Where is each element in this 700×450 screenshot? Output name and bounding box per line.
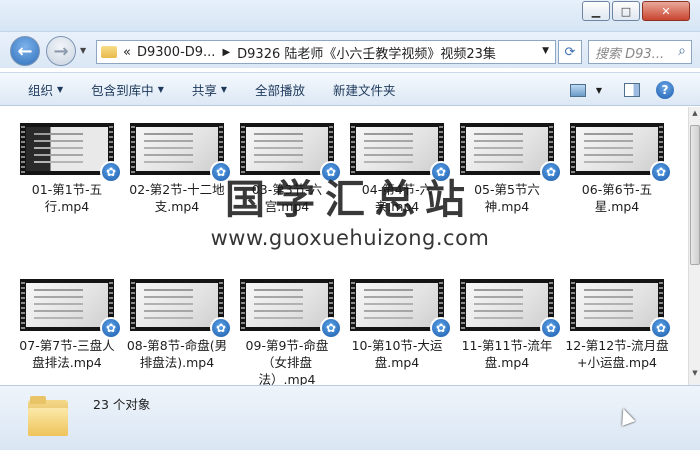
search-icon[interactable]: ⌕ [678, 43, 686, 59]
breadcrumb-overflow[interactable]: « [123, 45, 131, 60]
search-placeholder: 搜索 D93... [595, 46, 665, 62]
share-menu-button[interactable]: 共享 ▼ [192, 80, 227, 99]
help-icon[interactable]: ? [656, 81, 674, 99]
navigation-bar: ← → ▼ « D9300-D9... ▶ D9326 陆老师《小六壬教学视频》… [0, 32, 700, 68]
file-name: 07-第7节-三盘人盘排法.mp4 [19, 338, 115, 370]
video-thumbnail: ✿ [460, 279, 562, 339]
folder-icon [28, 396, 68, 436]
details-pane: 23 个对象 [0, 385, 700, 450]
video-thumbnail: ✿ [350, 123, 452, 183]
new-folder-label: 新建文件夹 [333, 82, 396, 98]
video-thumbnail: ✿ [130, 279, 232, 339]
file-grid: ✿ 01-第1节-五行.mp4 ✿ 02-第2节-十二地支.mp4 ✿ 03-第3节-六宫… [0, 107, 688, 385]
change-view-button[interactable]: ▼ [566, 79, 606, 101]
file-item[interactable]: ✿ 09-第9节-命盘（女排盘法）.mp4 [232, 279, 342, 385]
file-name: 12-第12节-流月盘+小运盘.mp4 [565, 338, 669, 370]
scroll-up-icon[interactable]: ▲ [690, 109, 700, 123]
file-name: 01-第1节-五行.mp4 [31, 182, 103, 214]
file-item[interactable]: ✿ 03-第3节-六宫.mp4 [232, 123, 342, 215]
organize-menu-button[interactable]: 组织 ▼ [28, 80, 63, 99]
maximize-button[interactable]: □ [612, 1, 640, 21]
video-thumbnail: ✿ [570, 123, 672, 183]
chevron-down-icon: ▼ [220, 84, 228, 94]
view-icon [570, 83, 586, 97]
video-thumbnail: ✿ [130, 123, 232, 183]
item-count: 23 个对象 [93, 397, 151, 412]
play-all-label: 全部播放 [255, 82, 306, 98]
file-item[interactable]: ✿ 11-第11节-流年盘.mp4 [452, 279, 562, 371]
media-player-icon: ✿ [430, 161, 452, 183]
media-player-icon: ✿ [320, 161, 342, 183]
file-name: 08-第8节-命盘(男排盘法).mp4 [126, 338, 228, 370]
search-input[interactable]: 搜索 D93... ⌕ [588, 40, 692, 64]
share-label: 共享 [191, 82, 217, 98]
video-thumbnail: ✿ [460, 123, 562, 183]
new-folder-button[interactable]: 新建文件夹 [333, 80, 396, 99]
chevron-down-icon: ▼ [157, 84, 164, 94]
file-item[interactable]: ✿ 05-第5节六神.mp4 [452, 123, 562, 215]
back-arrow-icon: ← [17, 40, 33, 62]
file-name: 11-第11节-流年盘.mp4 [461, 338, 553, 370]
media-player-icon: ✿ [320, 317, 342, 339]
include-in-library-button[interactable]: 包含到库中 ▼ [91, 80, 164, 99]
recent-pages-dropdown[interactable]: ▼ [80, 46, 86, 55]
media-player-icon: ✿ [210, 161, 232, 183]
preview-pane-icon[interactable] [624, 83, 640, 97]
file-item[interactable]: ✿ 10-第10节-大运盘.mp4 [342, 279, 452, 371]
address-bar[interactable]: « D9300-D9... ▶ D9326 陆老师《小六壬教学视频》视频23集 … [96, 40, 556, 64]
media-player-icon: ✿ [100, 317, 122, 339]
video-thumbnail: ✿ [240, 123, 342, 183]
media-player-icon: ✿ [430, 317, 452, 339]
media-player-icon: ✿ [650, 317, 672, 339]
title-bar: ▁ □ ✕ [0, 0, 700, 32]
video-thumbnail: ✿ [20, 123, 122, 183]
vertical-scrollbar[interactable]: ▲ ▼ [688, 107, 700, 385]
file-item[interactable]: ✿ 01-第1节-五行.mp4 [12, 123, 122, 215]
file-item[interactable]: ✿ 07-第7节-三盘人盘排法.mp4 [12, 279, 122, 371]
folder-icon [101, 46, 117, 58]
forward-button[interactable]: → [46, 36, 76, 66]
file-name: 04-第4节-六亲.mp4 [361, 182, 433, 214]
media-player-icon: ✿ [540, 161, 562, 183]
breadcrumb-item-parent[interactable]: D9300-D9... [137, 45, 215, 60]
scroll-down-icon[interactable]: ▼ [690, 369, 700, 383]
video-thumbnail: ✿ [240, 279, 342, 339]
play-all-button[interactable]: 全部播放 [255, 80, 305, 99]
chevron-down-icon: ▼ [595, 85, 602, 95]
organize-label: 组织 [28, 82, 54, 98]
scroll-thumb[interactable] [690, 125, 700, 265]
file-name: 10-第10节-大运盘.mp4 [351, 338, 443, 370]
breadcrumb-separator-icon[interactable]: ▶ [222, 47, 230, 58]
file-name: 03-第3节-六宫.mp4 [251, 182, 323, 214]
file-item[interactable]: ✿ 08-第8节-命盘(男排盘法).mp4 [122, 279, 232, 371]
file-name: 02-第2节-十二地支.mp4 [129, 182, 225, 214]
file-name: 05-第5节六神.mp4 [474, 182, 540, 214]
chevron-down-icon[interactable]: ▼ [542, 46, 549, 56]
file-item[interactable]: ✿ 02-第2节-十二地支.mp4 [122, 123, 232, 215]
video-thumbnail: ✿ [20, 279, 122, 339]
file-item[interactable]: ✿ 04-第4节-六亲.mp4 [342, 123, 452, 215]
minimize-button[interactable]: ▁ [582, 1, 610, 21]
refresh-icon: ⟳ [564, 44, 576, 60]
media-player-icon: ✿ [210, 317, 232, 339]
media-player-icon: ✿ [100, 161, 122, 183]
file-item[interactable]: ✿ 06-第6节-五星.mp4 [562, 123, 672, 215]
breadcrumb-item-current[interactable]: D9326 陆老师《小六壬教学视频》视频23集 [237, 43, 496, 62]
video-thumbnail: ✿ [570, 279, 672, 339]
video-thumbnail: ✿ [350, 279, 452, 339]
media-player-icon: ✿ [650, 161, 672, 183]
back-button[interactable]: ← [10, 36, 40, 66]
file-item[interactable]: ✿ 12-第12节-流月盘+小运盘.mp4 [562, 279, 672, 371]
include-in-library-label: 包含到库中 [91, 82, 154, 98]
file-name: 09-第9节-命盘（女排盘法）.mp4 [245, 338, 329, 385]
refresh-button[interactable]: ⟳ [558, 40, 582, 64]
chevron-down-icon: ▼ [57, 84, 64, 94]
close-button[interactable]: ✕ [642, 1, 690, 21]
forward-arrow-icon: → [53, 40, 69, 62]
media-player-icon: ✿ [540, 317, 562, 339]
file-name: 06-第6节-五星.mp4 [581, 182, 653, 214]
command-bar: 组织 ▼ 包含到库中 ▼ 共享 ▼ 全部播放 新建文件夹 ▼ ? [0, 72, 700, 106]
